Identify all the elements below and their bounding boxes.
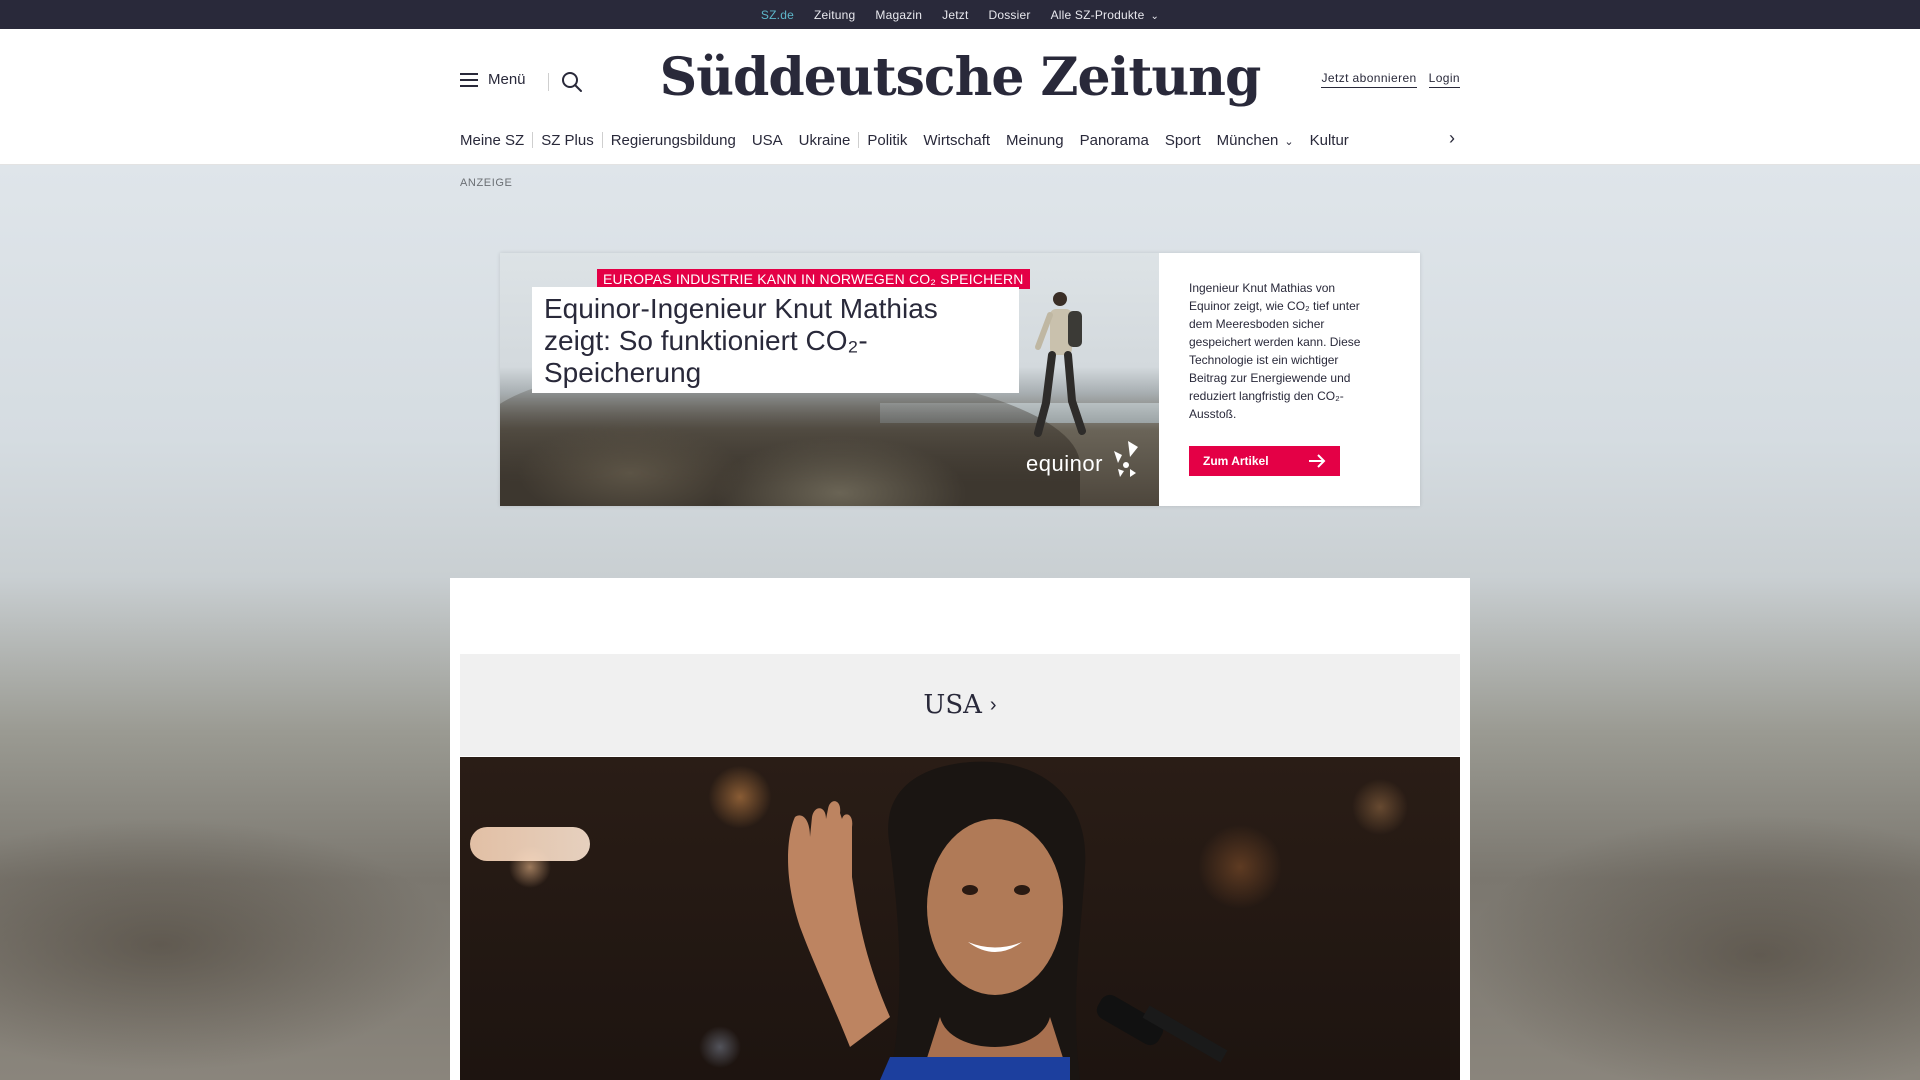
arrow-right-icon bbox=[1309, 454, 1326, 468]
nav-item-sz-plus[interactable]: SZ Plus bbox=[533, 132, 602, 149]
ad-description: Ingenieur Knut Mathias von Equinor zeigt… bbox=[1189, 281, 1361, 421]
nav-item-ukraine[interactable]: Ukraine bbox=[791, 132, 859, 149]
chevron-right-icon[interactable]: › bbox=[1449, 128, 1455, 149]
site-header: Menü Süddeutsche Zeitung Jetzt abonniere… bbox=[0, 29, 1920, 165]
hero-image[interactable] bbox=[460, 757, 1460, 1080]
topbar-link-dossier[interactable]: Dossier bbox=[988, 8, 1030, 22]
topbar-link-szde[interactable]: SZ.de bbox=[761, 8, 794, 22]
topbar-link-alle-produkte-label: Alle SZ-Produkte bbox=[1050, 7, 1145, 22]
topbar-link-alle-produkte[interactable]: Alle SZ-Produkte ⌄ bbox=[1051, 8, 1160, 22]
topbar-link-magazin[interactable]: Magazin bbox=[875, 8, 922, 22]
nav-item-meine-sz[interactable]: Meine SZ bbox=[460, 132, 532, 149]
nav-item-kultur[interactable]: Kultur bbox=[1302, 132, 1357, 149]
main-navigation: Meine SZ SZ Plus Regierungsbildung USA U… bbox=[460, 129, 1460, 151]
nav-item-muenchen-label: München bbox=[1216, 131, 1279, 149]
ad-label: ANZEIGE bbox=[460, 177, 513, 189]
topbar-link-jetzt[interactable]: Jetzt bbox=[942, 8, 968, 22]
ad-brand: equinor bbox=[1026, 451, 1103, 476]
nav-item-panorama[interactable]: Panorama bbox=[1072, 132, 1157, 149]
section-title: USA bbox=[923, 690, 982, 720]
nav-item-regierungsbildung[interactable]: Regierungsbildung bbox=[603, 132, 744, 149]
ad-kicker: EUROPAS INDUSTRIE KANN IN NORWEGEN CO₂ S… bbox=[597, 269, 1030, 289]
chevron-down-icon: ⌄ bbox=[1284, 135, 1294, 148]
account-links: Jetzt abonnieren Login bbox=[1321, 71, 1460, 88]
nav-item-muenchen[interactable]: München ⌄ bbox=[1209, 132, 1302, 149]
nav-item-sport[interactable]: Sport bbox=[1157, 132, 1209, 149]
top-utility-bar: SZ.de Zeitung Magazin Jetzt Dossier Alle… bbox=[0, 0, 1920, 29]
ad-cta-button[interactable]: Zum Artikel bbox=[1189, 446, 1340, 476]
content-area: USA › bbox=[450, 578, 1470, 1080]
equinor-logo-icon bbox=[1114, 441, 1138, 477]
nav-item-usa[interactable]: USA bbox=[744, 132, 791, 149]
chevron-right-icon: › bbox=[989, 693, 997, 716]
site-logo[interactable]: Süddeutsche Zeitung bbox=[0, 47, 1920, 108]
topbar-link-zeitung[interactable]: Zeitung bbox=[814, 8, 855, 22]
subscribe-link[interactable]: Jetzt abonnieren bbox=[1321, 71, 1417, 88]
nav-item-politik[interactable]: Politik bbox=[859, 132, 915, 149]
chevron-down-icon: ⌄ bbox=[1150, 10, 1160, 22]
ad-image[interactable]: EUROPAS INDUSTRIE KANN IN NORWEGEN CO₂ S… bbox=[500, 253, 1159, 506]
ad-cta-label: Zum Artikel bbox=[1203, 454, 1269, 468]
hero-person-figure bbox=[788, 761, 1228, 1080]
section-header-usa[interactable]: USA › bbox=[460, 654, 1460, 756]
nav-item-meinung[interactable]: Meinung bbox=[998, 132, 1072, 149]
nav-item-wirtschaft[interactable]: Wirtschaft bbox=[915, 132, 998, 149]
login-link[interactable]: Login bbox=[1428, 71, 1460, 88]
advertisement[interactable]: EUROPAS INDUSTRIE KANN IN NORWEGEN CO₂ S… bbox=[500, 253, 1420, 506]
hiker-figure bbox=[1034, 292, 1086, 437]
ad-headline: Equinor-Ingenieur Knut Mathias zeigt: So… bbox=[532, 287, 1019, 393]
